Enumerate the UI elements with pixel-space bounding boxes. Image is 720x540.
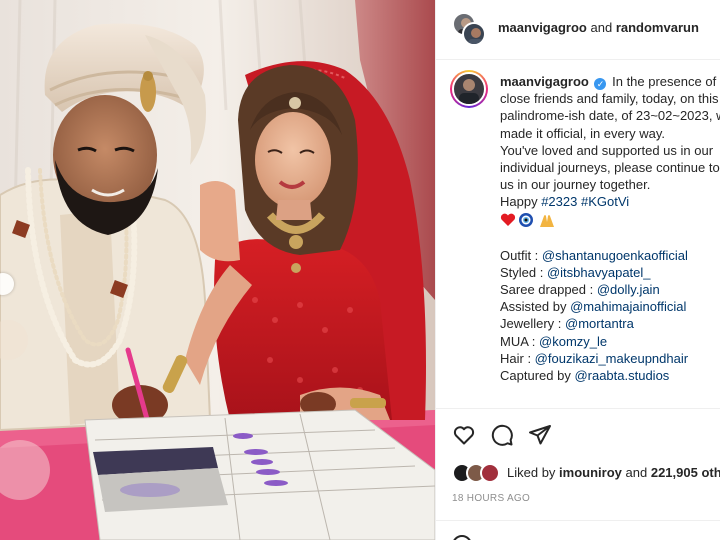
heart-emoji-icon <box>500 213 516 226</box>
caption-line: You've loved and supported us in our ind… <box>500 142 720 193</box>
emoji-row <box>500 212 720 230</box>
comment-icon[interactable] <box>490 423 514 447</box>
caption: maanvigagroo ✓ In the presence of our cl… <box>436 60 720 405</box>
verified-badge-icon: ✓ <box>594 78 607 90</box>
author-link[interactable]: randomvarun <box>616 20 699 35</box>
credit-line: Hair : @fouzikazi_makeupndhair <box>500 350 689 366</box>
avatar <box>462 22 486 46</box>
share-send-icon[interactable] <box>528 423 552 447</box>
caption-avatar[interactable] <box>450 70 488 108</box>
mention-link[interactable]: @itsbhavyapatel_ <box>547 265 651 280</box>
caption-happy: Happy <box>500 194 538 210</box>
credit-line: Saree drapped : @dolly.jain <box>500 282 660 298</box>
author-link[interactable]: maanvigagroo <box>498 20 587 35</box>
post-details-panel: maanvigagroo and randomvarun maanvigagro… <box>435 0 720 540</box>
post-timestamp[interactable]: 18 HOURS AGO <box>452 493 530 504</box>
caption-username[interactable]: maanvigagroo <box>500 74 589 89</box>
likes-and: and <box>625 465 648 480</box>
post-header: maanvigagroo and randomvarun <box>436 0 720 60</box>
credit-line: Styled : @itsbhavyapatel_ <box>500 264 651 280</box>
post-authors: maanvigagroo and randomvarun <box>498 20 699 35</box>
post-actions: Liked by imouniroy and 221,905 oth 18 HO… <box>436 408 720 508</box>
mention-link[interactable]: @raabta.studios <box>574 368 669 383</box>
likes-count[interactable]: 221,905 oth <box>651 465 720 480</box>
mention-link[interactable]: @shantanugoenkaofficial <box>542 248 688 263</box>
emoji-picker-icon[interactable] <box>452 535 472 540</box>
mention-link[interactable]: @komzy_le <box>539 334 607 349</box>
wedding-signing-photo <box>0 0 435 540</box>
liker-username[interactable]: imouniroy <box>559 465 622 480</box>
mention-link[interactable]: @dolly.jain <box>597 282 660 297</box>
post-photo[interactable] <box>0 0 435 540</box>
credit-line: MUA : @komzy_le <box>500 333 608 349</box>
likes-prefix: Liked by <box>507 465 556 480</box>
likes-summary: Liked by imouniroy and 221,905 oth <box>507 465 720 480</box>
credit-line: Outfit : @shantanugoenkaofficial <box>500 247 688 263</box>
mention-link[interactable]: @mortantra <box>565 316 634 331</box>
like-heart-icon[interactable] <box>452 423 476 447</box>
credit-line: Captured by @raabta.studios <box>500 368 670 384</box>
credit-line: Assisted by @mahimajainofficial <box>500 299 687 315</box>
author-connector: and <box>590 20 613 35</box>
liked-by-avatars[interactable] <box>452 463 504 483</box>
hashtag-link[interactable]: #2323 <box>541 194 577 209</box>
credit-line: Jewellery : @mortantra <box>500 316 634 332</box>
hashtag-link[interactable]: #KGotVi <box>581 194 629 209</box>
mention-link[interactable]: @fouzikazi_makeupndhair <box>535 351 688 366</box>
nazar-emoji-icon <box>519 212 533 227</box>
caption-text: maanvigagroo ✓ In the presence of our cl… <box>500 73 720 384</box>
folded-hands-emoji-icon <box>540 214 554 227</box>
collab-avatars[interactable] <box>452 12 486 46</box>
add-comment-bar[interactable] <box>436 520 720 540</box>
mention-link[interactable]: @mahimajainofficial <box>570 299 686 314</box>
